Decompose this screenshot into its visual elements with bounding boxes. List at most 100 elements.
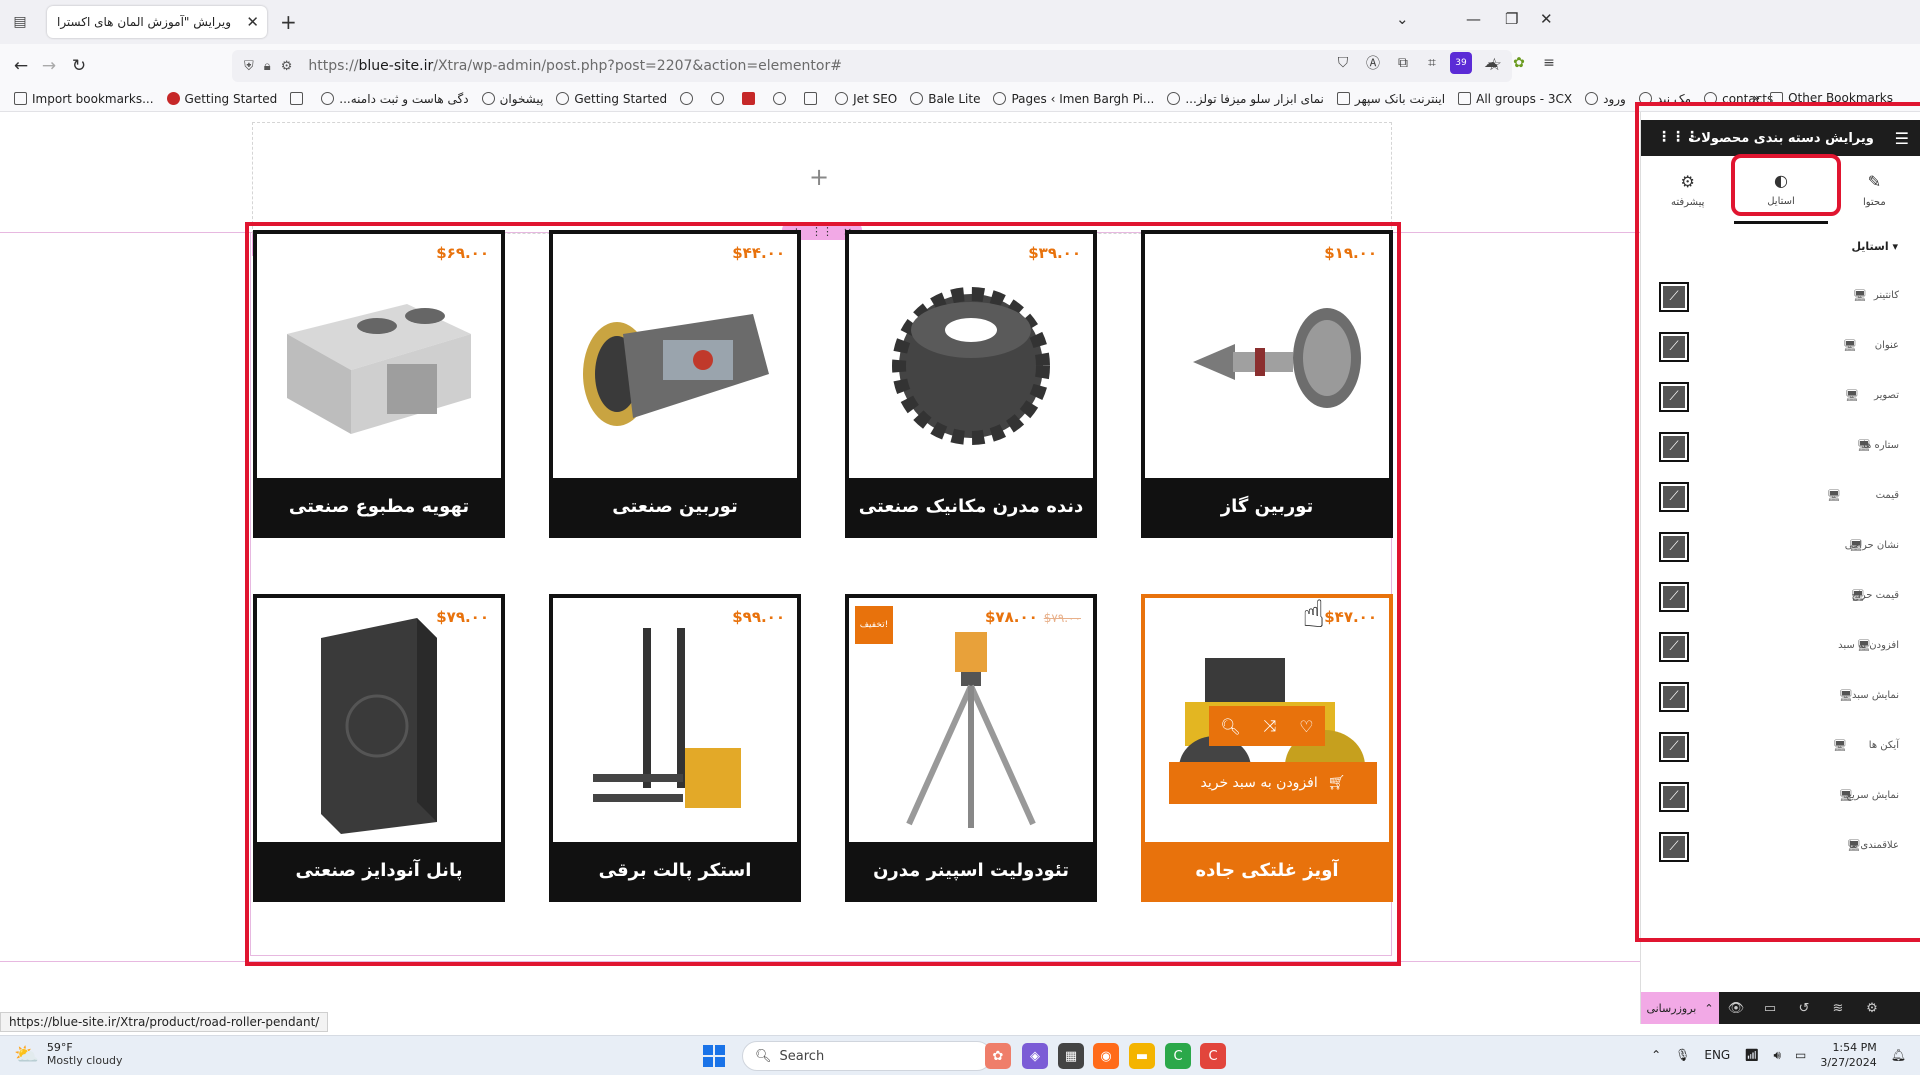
account-icon[interactable]: Ⓐ — [1362, 52, 1384, 74]
lock-icon[interactable]: 🔒︎ — [264, 59, 271, 74]
product-title[interactable]: تهویه مطبوع صنعتی — [257, 478, 501, 534]
app-menu-icon[interactable]: ≡ — [1538, 52, 1560, 74]
product-image[interactable] — [257, 598, 501, 842]
extension-badge[interactable]: 39 — [1450, 52, 1472, 74]
responsive-mode-icon[interactable]: ▭ — [1753, 1001, 1787, 1016]
product-image[interactable] — [257, 234, 501, 478]
quick-view-search-icon[interactable]: 🔍︎ — [1220, 717, 1240, 736]
product-card-hovered[interactable]: $۴۷.۰۰ 🔍︎ ⤨ ♡ 🛒︎ افزودن به سبد خرید آویز… — [1141, 594, 1393, 902]
tab-list-icon[interactable]: ▤ — [8, 10, 32, 34]
cart-icon: 🛒︎ — [1327, 775, 1346, 791]
camtasia-recorder-icon[interactable]: C — [1200, 1043, 1226, 1069]
close-tab-icon[interactable]: ✕ — [246, 13, 259, 31]
bookmark-item[interactable] — [290, 92, 308, 105]
widgets-app-icon[interactable]: ✿ — [985, 1043, 1011, 1069]
bookmark-item[interactable]: پیشخوان — [481, 92, 543, 106]
bookmark-item[interactable] — [773, 92, 791, 105]
update-button[interactable]: ⌃ بروزرسانی — [1641, 992, 1719, 1024]
product-card[interactable]: $۳۹.۰۰ دنده مدرن مکانیک صنعتی — [845, 230, 1097, 538]
bookmark-item[interactable]: Getting Started — [556, 92, 667, 106]
bookmark-item[interactable]: Getting Started — [166, 92, 277, 106]
bookmark-item[interactable]: All groups - 3CX — [1458, 92, 1572, 106]
back-icon[interactable]: ← — [8, 53, 34, 79]
app-icon[interactable]: ▦ — [1058, 1043, 1084, 1069]
product-title[interactable]: پانل آنودایز صنعتی — [257, 842, 501, 898]
language-indicator[interactable]: ENG — [1704, 1048, 1730, 1062]
battery-icon[interactable]: ▭ — [1795, 1048, 1806, 1062]
bookmark-item[interactable]: ...دگی هاست و ثبت دامنه — [321, 92, 469, 106]
product-image[interactable] — [553, 234, 797, 478]
product-title[interactable]: استکر پالت برقی — [553, 842, 797, 898]
add-section-icon[interactable]: + — [809, 163, 829, 191]
new-tab-button[interactable]: + — [280, 10, 297, 34]
history-icon[interactable]: ↺ — [1787, 1001, 1821, 1016]
product-image[interactable] — [553, 598, 797, 842]
product-image[interactable] — [849, 234, 1093, 478]
taskbar-search[interactable]: 🔍︎ Search — [742, 1041, 992, 1071]
shield-icon[interactable]: ⛨ — [244, 59, 254, 74]
product-card[interactable]: $۱۹.۰۰ توربین گاز — [1141, 230, 1393, 538]
bookmark-item[interactable] — [680, 92, 698, 105]
notifications-bell-icon[interactable]: 🔔︎ — [1891, 1048, 1906, 1062]
chevron-up-icon[interactable]: ⌃ — [1704, 1002, 1713, 1015]
reload-icon[interactable]: ↻ — [66, 53, 92, 79]
close-window-icon[interactable]: ✕ — [1540, 10, 1553, 28]
forward-icon[interactable]: → — [36, 53, 62, 79]
bookmark-item[interactable] — [804, 92, 822, 105]
permissions-icon[interactable]: ⚙ — [281, 59, 293, 74]
bookmark-item[interactable]: ...نمای ابزار سلو میزفا تولز — [1167, 92, 1324, 106]
minimize-icon[interactable]: — — [1466, 10, 1481, 28]
product-card[interactable]: $۹۹.۰۰ استکر پالت برقی — [549, 594, 801, 902]
bookmark-item[interactable]: ورود — [1585, 92, 1626, 106]
weather-widget[interactable]: ⛅ 59°F Mostly cloudy — [14, 1041, 123, 1067]
settings-extension-icon[interactable]: ✿ — [1508, 52, 1530, 74]
product-title[interactable]: توربین صنعتی — [553, 478, 797, 534]
product-card[interactable]: $۷۹.۰۰ پانل آنودایز صنعتی — [253, 594, 505, 902]
site-icon — [321, 92, 335, 105]
microphone-icon[interactable]: 🎙︎ — [1675, 1048, 1690, 1062]
camtasia-icon[interactable]: C — [1165, 1043, 1191, 1069]
wishlist-heart-icon[interactable]: ♡ — [1299, 717, 1313, 736]
product-card[interactable]: $۴۴.۰۰ توربین صنعتی — [549, 230, 801, 538]
wifi-icon[interactable]: 📶︎ — [1744, 1048, 1759, 1062]
gas-turbine-image — [1193, 308, 1361, 408]
product-image[interactable] — [1145, 234, 1389, 478]
product-title[interactable]: تئودولیت اسپینر مدرن — [849, 842, 1093, 898]
url-text[interactable]: https://blue-site.ir/Xtra/wp-admin/post.… — [308, 58, 842, 74]
bookmark-item[interactable]: Import bookmarks... — [14, 92, 154, 106]
globe-icon — [1585, 92, 1599, 105]
product-card[interactable]: تخفیف! $۷۸.۰۰ $۷۹.۰۰ تئودولیت اسپینر مدرن — [845, 594, 1097, 902]
bookmark-item[interactable]: اینترنت بانک سپهر — [1336, 92, 1445, 106]
empty-section-placeholder[interactable]: + — [252, 122, 1392, 234]
navigator-layers-icon[interactable]: ≋ — [1821, 1001, 1855, 1016]
sync-icon[interactable]: ☁ — [1480, 52, 1502, 74]
windows-start-icon[interactable] — [703, 1045, 725, 1067]
chevron-up-icon[interactable]: ⌃ — [1651, 1048, 1661, 1062]
pocket-icon[interactable]: ⛉ — [1332, 52, 1354, 74]
speaker-icon[interactable]: 🔊︎ — [1773, 1048, 1781, 1063]
bookmark-item[interactable]: Jet SEO — [835, 92, 897, 106]
browser-tab-active[interactable]: ویرایش "آموزش المان های اکسترا - ه ✕ — [47, 6, 267, 38]
file-explorer-icon[interactable]: ▬ — [1129, 1043, 1155, 1069]
product-title[interactable]: آویز غلتکی جاده — [1145, 842, 1389, 898]
bookmark-item[interactable] — [711, 92, 729, 105]
product-card[interactable]: $۶۹.۰۰ تهویه مطبوع صنعتی — [253, 230, 505, 538]
bookmark-item[interactable] — [742, 92, 760, 105]
firefox-icon[interactable]: ◉ — [1093, 1043, 1119, 1069]
bookmark-item[interactable]: Bale Lite — [910, 92, 980, 106]
list-all-tabs-icon[interactable]: ⌄ — [1396, 10, 1409, 28]
preview-eye-icon[interactable]: 👁︎ — [1719, 1001, 1753, 1016]
product-title[interactable]: توربین گاز — [1145, 478, 1389, 534]
product-title[interactable]: دنده مدرن مکانیک صنعتی — [849, 478, 1093, 534]
bookmark-item[interactable]: Pages ‹ Imen Bargh Pi... — [993, 92, 1154, 106]
add-to-cart-button[interactable]: 🛒︎ افزودن به سبد خرید — [1169, 762, 1377, 804]
address-bar[interactable]: ⛨ 🔒︎ ⚙ https://blue-site.ir/Xtra/wp-admi… — [232, 50, 1512, 82]
3cx-icon — [1458, 92, 1472, 105]
compare-shuffle-icon[interactable]: ⤨ — [1264, 716, 1277, 736]
clock[interactable]: 1:54 PM 3/27/2024 — [1820, 1040, 1876, 1070]
copilot-icon[interactable]: ◈ — [1022, 1043, 1048, 1069]
settings-gear-icon[interactable]: ⚙ — [1855, 1001, 1889, 1016]
restore-icon[interactable]: ❐ — [1505, 10, 1518, 28]
extensions-icon[interactable]: ⧉ — [1392, 52, 1414, 74]
screenshot-icon[interactable]: ⌗ — [1421, 52, 1443, 74]
